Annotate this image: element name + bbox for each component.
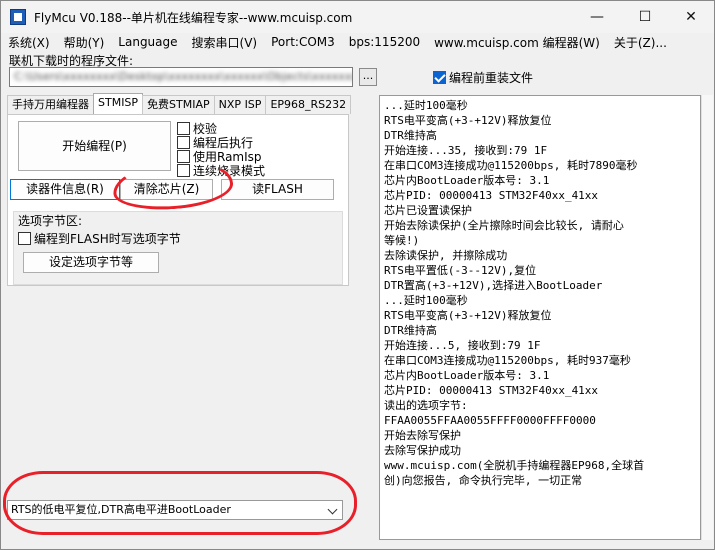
reload-label: 编程前重装文件 xyxy=(449,71,534,85)
tab-handheld-programmer[interactable]: 手持万用编程器 xyxy=(7,95,94,114)
log-line: 开始去除写保护 xyxy=(384,429,461,442)
menu-programmer[interactable]: www.mcuisp.com 编程器(W) xyxy=(427,34,607,51)
read-device-info-button[interactable]: 读器件信息(R) xyxy=(10,179,120,200)
log-line: 等候!) xyxy=(384,234,420,247)
menu-bar: 系统(X) 帮助(Y) Language 搜索串口(V) Port:COM3 b… xyxy=(1,33,714,51)
log-line: 芯片内BootLoader版本号: 3.1 xyxy=(384,369,550,382)
log-line: 去除读保护, 并擦除成功 xyxy=(384,249,508,262)
maximize-button[interactable]: ☐ xyxy=(622,1,668,33)
log-line: 芯片已设置读保护 xyxy=(384,204,472,217)
menu-port[interactable]: Port:COM3 xyxy=(264,35,342,49)
erase-chip-button[interactable]: 清除芯片(Z) xyxy=(120,179,213,200)
checkbox-checked-icon[interactable] xyxy=(433,71,446,84)
log-line: ...延时100毫秒 xyxy=(384,294,468,307)
redacted-path: C:\Users\xxxxxxxx\Desktop\xxxxxxxx\xxxxx… xyxy=(14,70,352,83)
log-line: 在串口COM3连接成功@115200bps, 耗时937毫秒 xyxy=(384,354,631,367)
start-program-button[interactable]: 开始编程(P) xyxy=(18,121,171,171)
log-line: 创)向您报告, 命令执行完毕, 一切正常 xyxy=(384,474,583,487)
log-line: DTR置高(+3-+12V),选择进入BootLoader xyxy=(384,279,603,292)
browse-button[interactable]: ... xyxy=(359,68,377,86)
tab-nxp-isp[interactable]: NXP ISP xyxy=(213,95,267,114)
read-flash-button[interactable]: 读FLASH xyxy=(221,179,334,200)
log-output[interactable]: ...延时100毫秒 RTS电平变高(+3-+12V)释放复位 DTR维持高 开始连接… xyxy=(379,95,701,540)
close-button[interactable]: ✕ xyxy=(668,1,714,33)
stmisp-panel: 开始编程(P) 校验 编程后执行 使用RamIsp 连续烧录模式 读器件信息(R… xyxy=(7,114,349,286)
menu-help[interactable]: 帮助(Y) xyxy=(57,34,112,51)
option-bytes-group: 选项字节区: 编程到FLASH时写选项字节 设定选项字节等 xyxy=(13,211,343,285)
menu-system[interactable]: 系统(X) xyxy=(1,34,57,51)
write-option-label: 编程到FLASH时写选项字节 xyxy=(34,232,181,246)
log-line: RTS电平变高(+3-+12V)释放复位 xyxy=(384,309,552,322)
checkbox-icon[interactable] xyxy=(18,232,31,245)
continuous-label: 连续烧录模式 xyxy=(193,164,266,178)
tab-strip: 手持万用编程器 STMISP 免费STMIAP NXP ISP EP968_RS… xyxy=(7,93,352,115)
log-line: DTR维持高 xyxy=(384,324,437,337)
log-line: ...延时100毫秒 xyxy=(384,99,468,112)
log-line: 开始连接...5, 接收到:79 1F xyxy=(384,339,541,352)
log-line: 芯片内BootLoader版本号: 3.1 xyxy=(384,174,550,187)
window-title: FlyMcu V0.188--单片机在线编程专家--www.mcuisp.com xyxy=(34,10,353,25)
log-line: 开始连接...35, 接收到:79 1F xyxy=(384,144,548,157)
menu-search-port[interactable]: 搜索串口(V) xyxy=(185,34,265,51)
log-line: FFAA0055FFAA0055FFFF0000FFFF0000 xyxy=(384,414,596,427)
log-line: 开始去除读保护(全片擦除时间会比较长, 请耐心 xyxy=(384,219,624,232)
menu-about[interactable]: 关于(Z)... xyxy=(607,34,674,51)
tab-stmiap[interactable]: 免费STMIAP xyxy=(142,95,215,114)
log-line: 芯片PID: 00000413 STM32F40xx_41xx xyxy=(384,189,599,202)
log-line: 去除写保护成功 xyxy=(384,444,461,457)
log-line: 芯片PID: 00000413 STM32F40xx_41xx xyxy=(384,384,599,397)
log-line: DTR维持高 xyxy=(384,129,437,142)
tab-stmisp[interactable]: STMISP xyxy=(93,93,144,114)
log-line: RTS电平变高(+3-+12V)释放复位 xyxy=(384,114,552,127)
reset-mode-value: RTS的低电平复位,DTR高电平进BootLoader xyxy=(11,503,231,516)
program-file-path-input[interactable]: C:\Users\xxxxxxxx\Desktop\xxxxxxxx\xxxxx… xyxy=(9,67,353,87)
continuous-mode-checkbox[interactable]: 连续烧录模式 xyxy=(177,162,265,179)
tab-ep968[interactable]: EP968_RS232 xyxy=(265,95,352,114)
option-bytes-title: 选项字节区: xyxy=(18,214,83,228)
reload-before-program-checkbox[interactable]: 编程前重装文件 xyxy=(433,69,533,86)
checkbox-icon[interactable] xyxy=(177,164,190,177)
log-line: 在串口COM3连接成功@115200bps, 耗时7890毫秒 xyxy=(384,159,638,172)
log-line: 读出的选项字节: xyxy=(384,399,468,412)
menu-baudrate[interactable]: bps:115200 xyxy=(342,35,427,49)
title-bar: FlyMcu V0.188--单片机在线编程专家--www.mcuisp.com… xyxy=(1,1,714,33)
app-logo-icon xyxy=(10,9,26,25)
menu-language[interactable]: Language xyxy=(111,35,184,49)
write-option-bytes-checkbox[interactable]: 编程到FLASH时写选项字节 xyxy=(18,230,181,247)
chevron-down-icon[interactable] xyxy=(327,504,338,515)
log-scrollbar[interactable] xyxy=(701,95,713,540)
log-line: RTS电平置低(-3--12V),复位 xyxy=(384,264,537,277)
set-option-bytes-button[interactable]: 设定选项字节等 xyxy=(23,252,159,273)
log-line: www.mcuisp.com(全脱机手持编程器EP968,全球首 xyxy=(384,459,645,472)
minimize-button[interactable]: — xyxy=(574,1,620,33)
app-window: FlyMcu V0.188--单片机在线编程专家--www.mcuisp.com… xyxy=(0,0,715,550)
reset-mode-select[interactable]: RTS的低电平复位,DTR高电平进BootLoader xyxy=(7,500,343,520)
